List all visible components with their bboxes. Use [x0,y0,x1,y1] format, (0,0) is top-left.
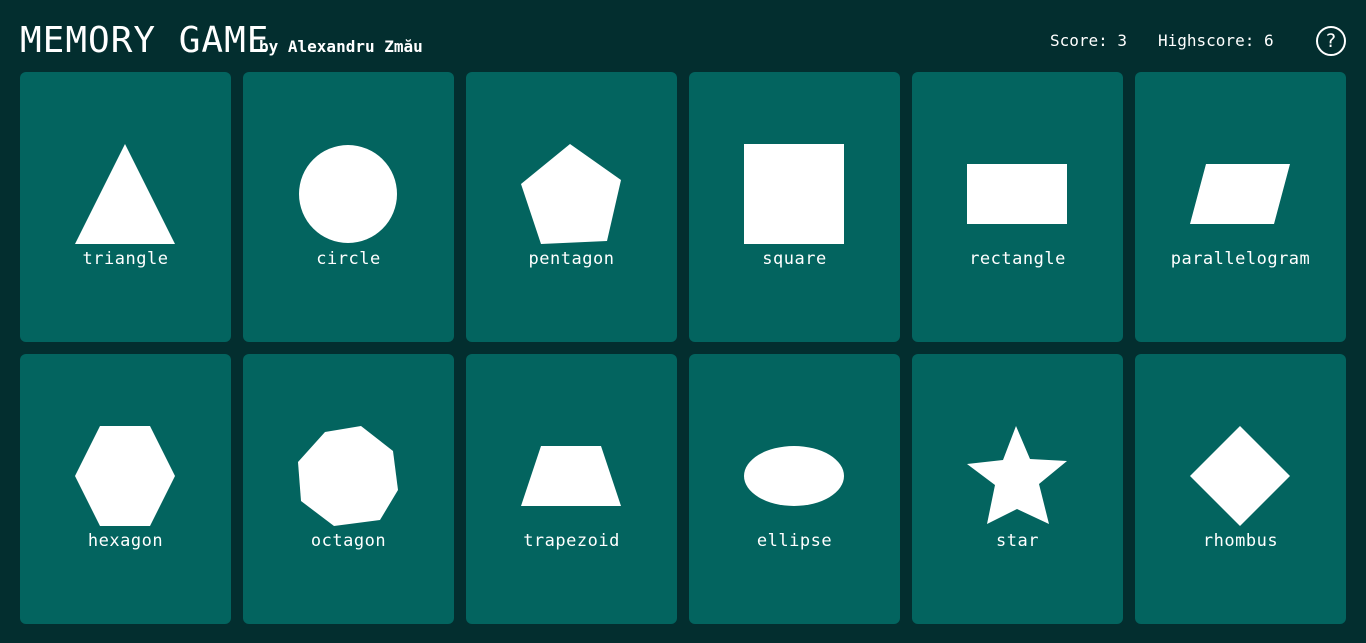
author-credit: by Alexandru Zmău [259,37,423,56]
help-icon[interactable]: ? [1316,26,1346,56]
card-ellipse[interactable]: ellipse [689,354,900,624]
card-octagon[interactable]: octagon [243,354,454,624]
circle-icon [299,145,397,243]
card-rectangle[interactable]: rectangle [912,72,1123,342]
card-label: octagon [310,531,387,551]
card-circle[interactable]: circle [243,72,454,342]
header: MEMORY GAME by Alexandru Zmău Score: 3 H… [0,0,1366,72]
card-label: hexagon [87,531,164,551]
card-label: square [762,249,827,269]
card-label: trapezoid [523,531,620,551]
card-label: parallelogram [1170,249,1311,269]
ellipse-icon [744,446,844,506]
card-pentagon[interactable]: pentagon [466,72,677,342]
card-label: ellipse [756,531,833,551]
trapezoid-icon [521,446,621,506]
hexagon-icon [75,426,175,526]
card-parallelogram[interactable]: parallelogram [1135,72,1346,342]
card-star[interactable]: star [912,354,1123,624]
card-square[interactable]: square [689,72,900,342]
rhombus-icon [1190,426,1290,526]
square-icon [744,144,844,244]
card-label: triangle [82,249,169,269]
card-rhombus[interactable]: rhombus [1135,354,1346,624]
parallelogram-icon [1190,164,1290,224]
highscore-display: Highscore: 6 [1158,31,1274,50]
card-label: star [996,531,1039,551]
rectangle-icon [967,164,1067,224]
card-hexagon[interactable]: hexagon [20,354,231,624]
pentagon-icon [521,144,621,244]
star-icon [967,426,1067,524]
card-triangle[interactable]: triangle [20,72,231,342]
card-label: rhombus [1202,531,1279,551]
card-label: rectangle [969,249,1066,269]
card-label: pentagon [528,249,615,269]
score-display: Score: 3 [1050,31,1128,50]
card-grid: triangle circle pentagon square rectangl… [20,72,1346,624]
page-title: MEMORY GAME [20,20,270,61]
triangle-icon [75,144,175,244]
card-label: circle [316,249,381,269]
card-trapezoid[interactable]: trapezoid [466,354,677,624]
octagon-icon [298,426,398,526]
